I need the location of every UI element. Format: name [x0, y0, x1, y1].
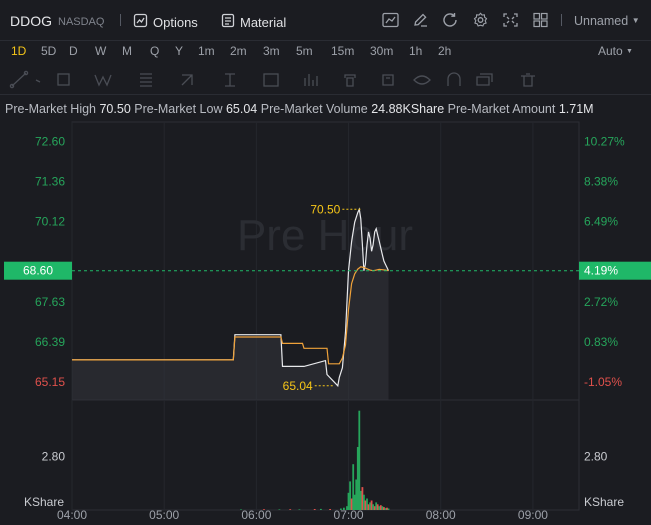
volume-bar	[355, 479, 358, 510]
volume-bar	[278, 509, 281, 510]
percent-tick-label: 8.38%	[584, 174, 618, 188]
price-chart[interactable]: 04:00 05:00 06:00 07:00 08:00 09:00 Pre Hour 72…	[0, 0, 651, 525]
volume-bar	[340, 508, 342, 510]
price-tick-label: 67.63	[35, 295, 65, 309]
volume-bar	[298, 509, 301, 510]
time-tick-label: 09:00	[518, 508, 548, 522]
volume-bar	[350, 498, 353, 510]
volume-unit-label: KShare	[24, 495, 64, 509]
percent-tick-label: -1.05%	[584, 375, 622, 389]
percent-tick-label: 2.72%	[584, 295, 618, 309]
volume-tick-label: 2.80	[584, 450, 608, 464]
plot-frame	[71, 121, 580, 511]
price-tick-label: 65.15	[35, 375, 65, 389]
time-tick-label: 08:00	[426, 508, 456, 522]
volume-bar	[263, 509, 265, 510]
volume-bar	[343, 507, 345, 510]
price-tick-label: 71.36	[35, 174, 65, 188]
percent-tick-label: 0.83%	[584, 335, 618, 349]
current-percent-label: 4.19%	[584, 264, 618, 278]
average-line	[72, 266, 389, 365]
volume-bar	[384, 508, 387, 510]
time-tick-label: 04:00	[57, 508, 87, 522]
time-tick-label: 07:00	[334, 508, 364, 522]
volume-bar	[372, 504, 374, 510]
volume-bar	[240, 509, 242, 510]
volume-bar	[347, 492, 350, 510]
volume-bar	[359, 490, 362, 510]
volume-bar	[381, 506, 384, 510]
volume-bar	[313, 509, 316, 510]
percent-tick-label: 6.49%	[584, 215, 618, 229]
volume-bar	[289, 509, 292, 510]
high-marker-label: 70.50	[310, 202, 340, 216]
volume-unit-label: KShare	[584, 495, 624, 509]
volume-bar	[329, 509, 331, 510]
volume-bar	[320, 508, 322, 510]
volume-bar	[367, 504, 370, 510]
time-tick-label: 05:00	[149, 508, 179, 522]
volume-tick-label: 2.80	[42, 450, 66, 464]
volume-bar	[387, 508, 390, 510]
time-tick-label: 06:00	[241, 508, 271, 522]
volume-bar	[376, 504, 379, 510]
price-tick-label: 72.60	[35, 134, 65, 148]
volume-bar	[364, 500, 367, 510]
percent-tick-label: 10.27%	[584, 134, 625, 148]
price-tick-label: 66.39	[35, 335, 65, 349]
current-price-label: 68.60	[23, 264, 53, 278]
price-tick-label: 70.12	[35, 215, 65, 229]
low-marker-label: 65.04	[283, 379, 313, 393]
watermark-text: Pre Hour	[237, 211, 413, 260]
